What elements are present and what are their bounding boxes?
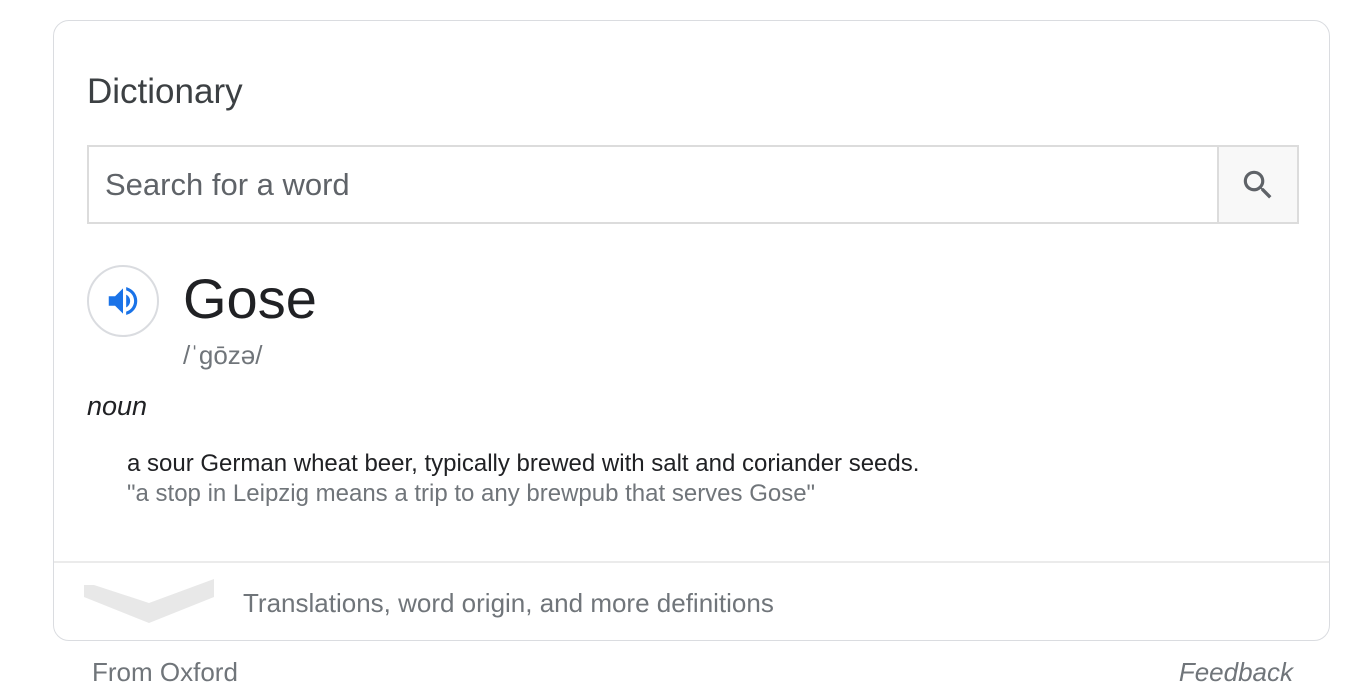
source-attribution: From Oxford xyxy=(92,657,238,687)
speaker-icon xyxy=(108,287,138,315)
definition-text: a sour German wheat beer, typically brew… xyxy=(127,450,920,477)
search-icon xyxy=(1243,170,1272,198)
part-of-speech: noun xyxy=(87,391,148,421)
more-definitions-expander[interactable]: Translations, word origin, and more defi… xyxy=(54,561,1329,640)
search-button[interactable] xyxy=(1217,147,1297,222)
feedback-link[interactable]: Feedback xyxy=(1179,656,1293,688)
search-box xyxy=(87,145,1299,224)
chevron-down-icon xyxy=(84,579,214,623)
card-title: Dictionary xyxy=(87,72,243,111)
example-sentence: "a stop in Leipzig means a trip to any b… xyxy=(127,480,816,507)
search-input[interactable] xyxy=(89,147,1217,222)
phonetic-spelling: /ˈɡōzə/ xyxy=(183,340,263,370)
pronunciation-audio-button[interactable] xyxy=(87,265,159,337)
headword: Gose xyxy=(183,267,317,330)
expander-label: Translations, word origin, and more defi… xyxy=(243,588,774,618)
dictionary-card: Dictionary Gose /ˈɡōzə/ noun a sour Germ… xyxy=(53,20,1330,641)
